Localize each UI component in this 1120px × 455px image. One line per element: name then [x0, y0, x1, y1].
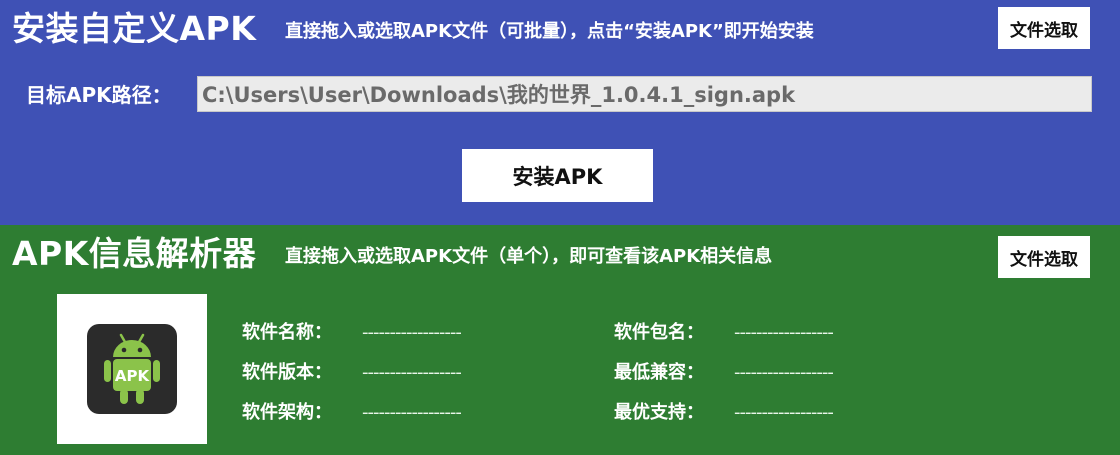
- info-field-version: 软件版本： ------------------: [242, 361, 462, 385]
- info-field-package-name: 软件包名： ------------------: [614, 321, 834, 345]
- android-robot-icon: APK: [104, 333, 160, 404]
- info-value: ------------------: [734, 322, 834, 343]
- install-title: 安装自定义APK: [12, 9, 257, 48]
- android-apk-icon: APK: [87, 324, 177, 414]
- info-label: 软件架构：: [242, 402, 332, 423]
- path-label: 目标APK路径：: [26, 83, 172, 107]
- info-field-target-sdk: 最优支持： ------------------: [614, 401, 834, 425]
- info-field-architecture: 软件架构： ------------------: [242, 401, 462, 425]
- install-file-select-button[interactable]: 文件选取: [998, 7, 1090, 49]
- install-apk-button[interactable]: 安装APK: [462, 149, 653, 202]
- parser-title: APK信息解析器: [12, 234, 257, 273]
- info-value: ------------------: [362, 362, 462, 383]
- parser-subtitle: 直接拖入或选取APK文件（单个），即可查看该APK相关信息: [285, 246, 773, 267]
- parser-panel: APK信息解析器 直接拖入或选取APK文件（单个），即可查看该APK相关信息 文…: [0, 225, 1120, 455]
- apk-path-field[interactable]: [197, 76, 1092, 112]
- info-label: 软件名称：: [242, 322, 332, 343]
- info-label: 软件版本：: [242, 362, 332, 383]
- info-value: ------------------: [362, 322, 462, 343]
- info-field-min-sdk: 最低兼容： ------------------: [614, 361, 834, 385]
- info-label: 最优支持：: [614, 402, 704, 423]
- info-value: ------------------: [734, 402, 834, 423]
- apk-icon-card: APK: [57, 294, 207, 444]
- info-value: ------------------: [734, 362, 834, 383]
- info-field-app-name: 软件名称： ------------------: [242, 321, 462, 345]
- install-subtitle: 直接拖入或选取APK文件（可批量），点击“安装APK”即开始安装: [285, 21, 814, 42]
- install-panel: 安装自定义APK 直接拖入或选取APK文件（可批量），点击“安装APK”即开始安…: [0, 0, 1120, 225]
- parser-file-select-button[interactable]: 文件选取: [998, 236, 1090, 278]
- info-label: 软件包名：: [614, 322, 704, 343]
- info-label: 最低兼容：: [614, 362, 704, 383]
- apk-icon-text: APK: [115, 367, 151, 385]
- info-value: ------------------: [362, 402, 462, 423]
